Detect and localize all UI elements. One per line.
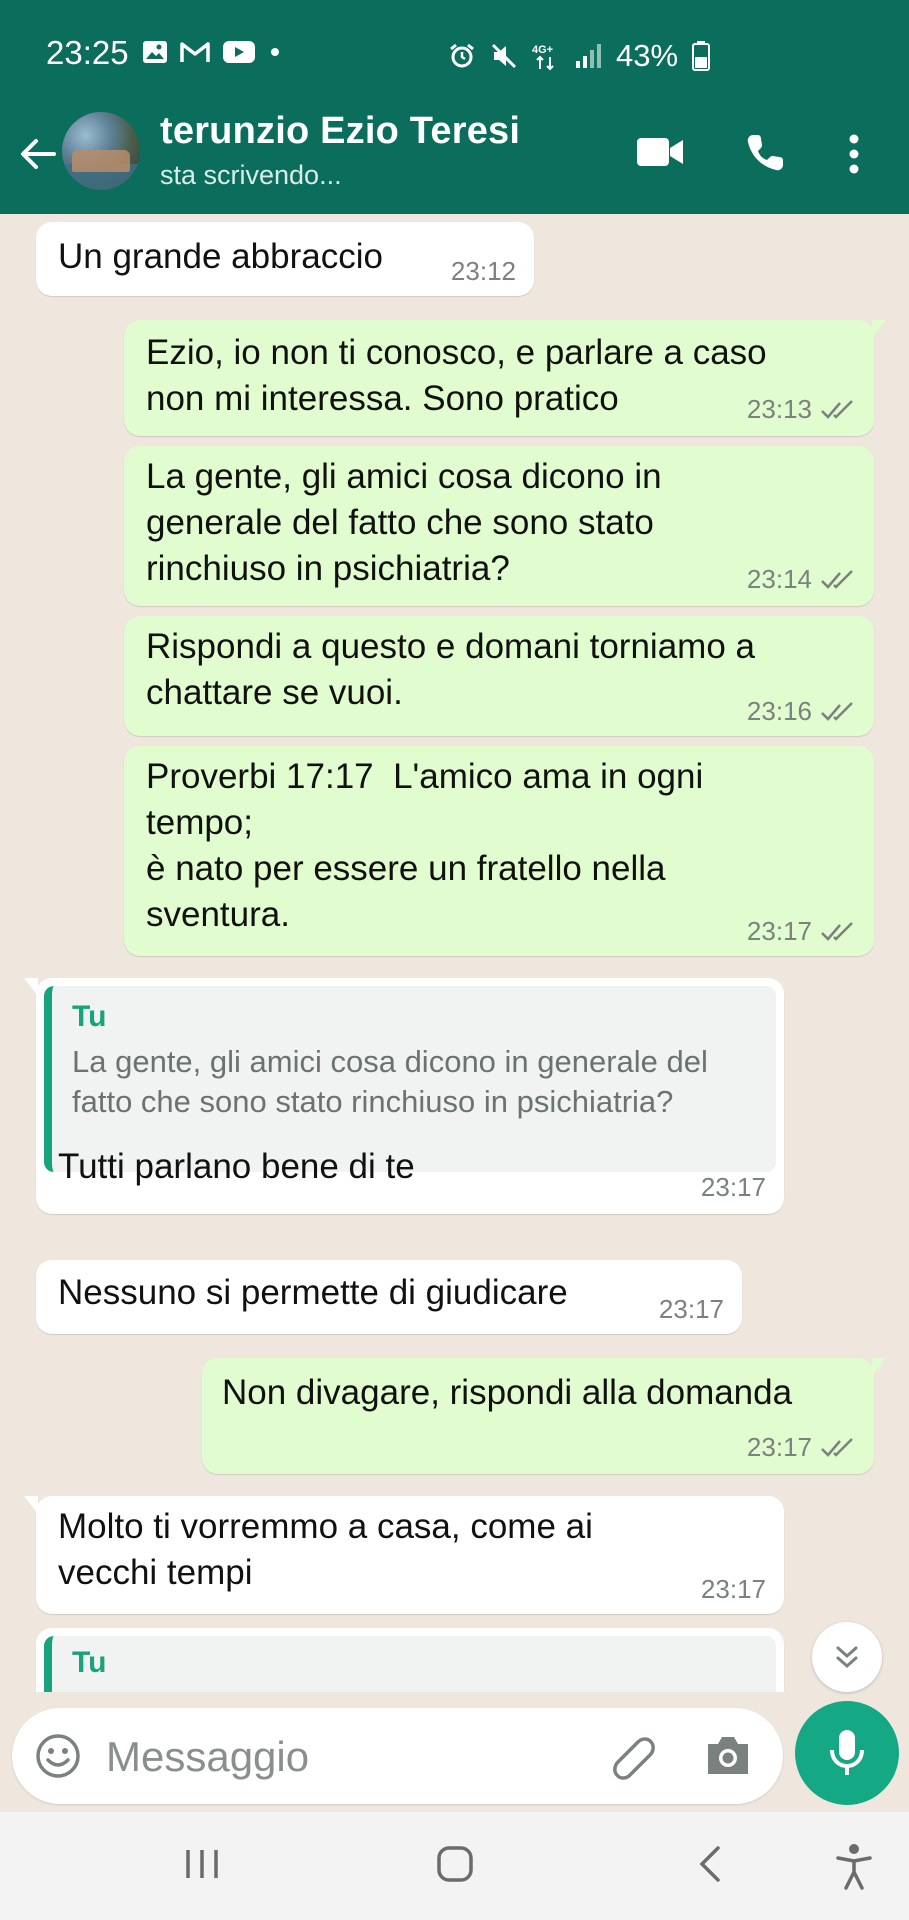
status-time: 23:25 xyxy=(46,34,129,71)
voice-call-icon[interactable] xyxy=(744,132,786,174)
message-text: Tutti parlano bene di te xyxy=(58,1147,415,1186)
home-icon[interactable] xyxy=(433,1842,477,1886)
message-time: 23:14 xyxy=(746,564,812,594)
scroll-to-bottom-button[interactable] xyxy=(812,1622,882,1692)
quoted-author: Tu xyxy=(72,1646,107,1679)
mute-icon xyxy=(491,43,517,69)
message-text: La gente, gli amici cosa dicono in gener… xyxy=(146,457,662,588)
outgoing-message[interactable]: La gente, gli amici cosa dicono in gener… xyxy=(124,446,874,606)
incoming-reply-message[interactable]: Tu La gente, gli amici cosa dicono in ge… xyxy=(24,978,784,1214)
outgoing-message[interactable]: Proverbi 17:17 L'amico ama in ogni tempo… xyxy=(124,746,874,956)
double-chevron-down-icon xyxy=(836,1646,858,1669)
incoming-message[interactable]: Un grande abbraccio 23:12 xyxy=(36,222,534,296)
incoming-message[interactable]: Nessuno si permette di giudicare 23:17 xyxy=(36,1260,742,1334)
read-receipt-icon xyxy=(821,399,853,419)
message-text: Nessuno si permette di giudicare xyxy=(58,1273,568,1312)
contact-name[interactable]: terunzio Ezio Teresi xyxy=(160,110,520,153)
alarm-icon xyxy=(450,43,474,68)
quoted-message[interactable]: Tu xyxy=(44,1636,776,1692)
voice-message-button[interactable] xyxy=(795,1701,899,1805)
message-text: Proverbi 17:17 L'amico ama in ogni tempo… xyxy=(146,757,704,934)
accessibility-icon[interactable] xyxy=(832,1842,876,1890)
message-list[interactable]: Un grande abbraccio 23:12 Ezio, io non t… xyxy=(0,214,909,1692)
recent-apps-icon[interactable] xyxy=(180,1842,224,1886)
quoted-author: Tu xyxy=(72,1000,107,1033)
battery-percent: 43% xyxy=(616,38,679,73)
incoming-reply-message[interactable]: Tu xyxy=(36,1628,784,1692)
outgoing-message[interactable]: Non divagare, rispondi alla domanda 23:1… xyxy=(202,1358,886,1474)
message-time: 23:17 xyxy=(746,916,812,946)
message-time: 23:13 xyxy=(746,394,812,424)
gmail-icon xyxy=(180,42,210,62)
signal-icon xyxy=(576,44,601,68)
message-input[interactable] xyxy=(104,1726,588,1788)
typing-status: sta scrivendo... xyxy=(160,160,342,190)
dot-icon xyxy=(271,48,279,56)
network-4g-icon: 4G+ xyxy=(532,44,554,71)
contact-avatar[interactable] xyxy=(62,112,140,190)
read-receipt-icon xyxy=(821,921,853,941)
notification-icons xyxy=(142,40,282,64)
outgoing-message[interactable]: Ezio, io non ti conosco, e parlare a cas… xyxy=(124,320,886,436)
camera-icon[interactable] xyxy=(704,1732,752,1778)
gallery-icon xyxy=(143,41,167,63)
emoji-icon[interactable] xyxy=(34,1732,82,1780)
message-text: Molto ti vorremmo a casa, come ai vecchi… xyxy=(58,1507,593,1592)
message-time: 23:17 xyxy=(700,1574,766,1604)
message-time: 23:16 xyxy=(746,696,812,726)
message-composer xyxy=(12,1708,783,1804)
message-time: 23:17 xyxy=(746,1432,812,1462)
youtube-icon xyxy=(223,41,255,63)
read-receipt-icon xyxy=(821,569,853,589)
svg-text:4G+: 4G+ xyxy=(532,44,553,56)
system-navigation-bar xyxy=(0,1812,909,1920)
message-text: Ezio, io non ti conosco, e parlare a cas… xyxy=(146,333,767,418)
message-text: Un grande abbraccio xyxy=(58,237,383,276)
chat-header: terunzio Ezio Teresi sta scrivendo... xyxy=(0,104,909,214)
status-bar: 23:25 4G+ 43% xyxy=(0,0,909,104)
read-receipt-icon xyxy=(821,701,853,721)
message-time: 23:17 xyxy=(658,1294,724,1324)
more-options-icon[interactable] xyxy=(846,132,862,176)
back-arrow-icon[interactable] xyxy=(16,132,60,176)
message-time: 23:17 xyxy=(700,1172,766,1202)
microphone-icon xyxy=(830,1730,864,1775)
system-icons: 4G+ 43% xyxy=(448,38,711,74)
message-time: 23:12 xyxy=(450,256,516,286)
incoming-message[interactable]: Molto ti vorremmo a casa, come ai vecchi… xyxy=(24,1496,784,1614)
back-icon[interactable] xyxy=(690,1842,734,1886)
battery-icon xyxy=(692,41,711,71)
outgoing-message[interactable]: Rispondi a questo e domani torniamo a ch… xyxy=(124,616,874,736)
read-receipt-icon xyxy=(821,1437,853,1457)
attach-icon[interactable] xyxy=(608,1732,658,1782)
message-text: Non divagare, rispondi alla domanda xyxy=(222,1373,793,1412)
message-text: Rispondi a questo e domani torniamo a ch… xyxy=(146,627,755,712)
video-call-icon[interactable] xyxy=(636,136,684,168)
quoted-text: La gente, gli amici cosa dicono in gener… xyxy=(72,1044,708,1119)
